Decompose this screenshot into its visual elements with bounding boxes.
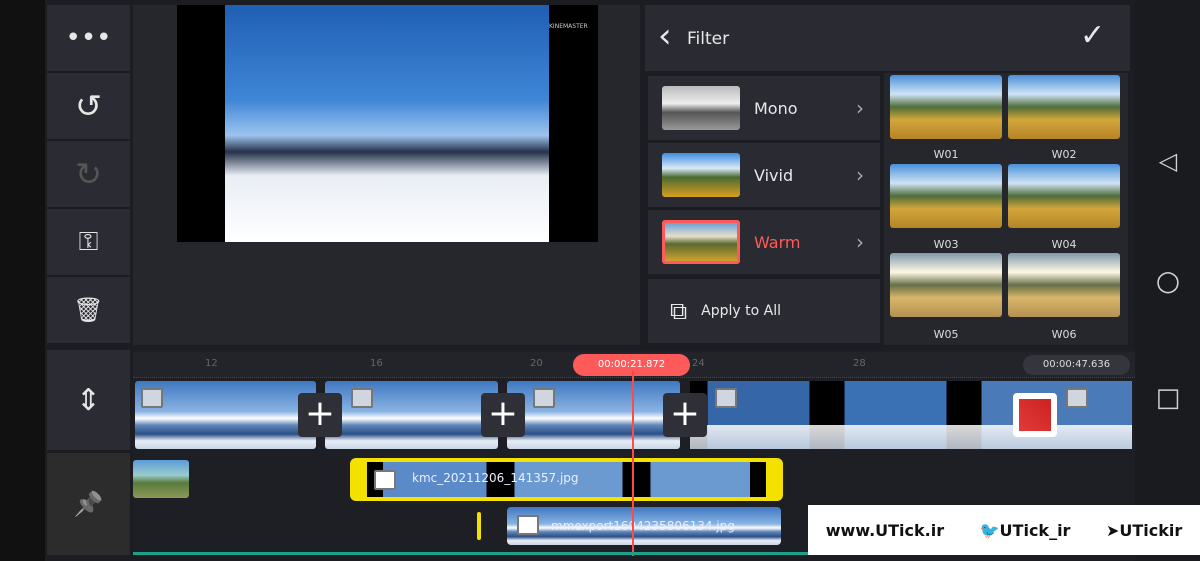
- layer-clip[interactable]: mmexport1604235806134.jpg: [507, 507, 781, 545]
- mono-thumbnail: [662, 86, 740, 130]
- undo-icon: ↺: [75, 87, 102, 125]
- filter-category-vivid[interactable]: Vivid ›: [648, 143, 880, 207]
- copy-icon: ⧉: [670, 297, 688, 325]
- filter-tile-w06[interactable]: [1008, 253, 1120, 317]
- preview-area: KINEMASTER: [133, 5, 640, 345]
- delete-button[interactable]: 🗑: [47, 277, 130, 343]
- twitter-icon: 🐦: [979, 520, 1000, 540]
- image-icon: [374, 470, 396, 490]
- chevron-right-icon: ›: [856, 163, 864, 187]
- left-edge: [0, 0, 45, 561]
- filter-tile-w01[interactable]: [890, 75, 1002, 139]
- filter-tile-w02[interactable]: [1008, 75, 1120, 139]
- twitter-handle: 🐦UTick_ir: [979, 520, 1071, 540]
- expand-icon: ⇕: [75, 382, 102, 418]
- transition-icon[interactable]: [1013, 393, 1057, 437]
- layer-filename: kmc_20211206_141357.jpg: [412, 471, 579, 485]
- add-transition-button[interactable]: +: [663, 393, 707, 437]
- preview-image: [225, 5, 549, 242]
- add-transition-button[interactable]: +: [481, 393, 525, 437]
- confirm-button[interactable]: ✓: [1080, 18, 1105, 53]
- audio-line: [133, 552, 808, 555]
- layer-thumbnail[interactable]: [133, 460, 189, 498]
- redo-icon: ↻: [75, 155, 102, 193]
- layer-filename: mmexport1604235806134.jpg: [551, 519, 735, 533]
- recents-nav-icon[interactable]: □: [1150, 380, 1186, 416]
- image-icon: [351, 388, 373, 408]
- warm-thumbnail: [662, 220, 740, 264]
- undo-button[interactable]: ↺: [47, 73, 130, 139]
- key-icon: ⚿: [78, 226, 99, 257]
- preview-canvas[interactable]: KINEMASTER: [177, 5, 598, 242]
- site-watermark: www.UTick.ir 🐦UTick_ir ➤UTickir: [808, 505, 1200, 555]
- pin-icon: 📌: [73, 490, 104, 518]
- pin-button[interactable]: 📌: [47, 453, 130, 555]
- filter-title: Filter: [687, 29, 730, 49]
- keyframe-button[interactable]: ⚿: [47, 209, 130, 275]
- chevron-right-icon: ›: [856, 96, 864, 120]
- vivid-thumbnail: [662, 153, 740, 197]
- filter-category-warm[interactable]: Warm ›: [648, 210, 880, 274]
- more-icon: •••: [65, 23, 112, 53]
- back-button[interactable]: ‹: [658, 16, 672, 56]
- chevron-right-icon: ›: [856, 230, 864, 254]
- add-transition-button[interactable]: +: [298, 393, 342, 437]
- kinemaster-watermark: KINEMASTER: [549, 23, 588, 30]
- clip-white-bottom: [690, 425, 1132, 449]
- filter-category-mono[interactable]: Mono ›: [648, 76, 880, 140]
- apply-to-all-button[interactable]: ⧉ Apply to All: [648, 279, 880, 343]
- trash-icon: 🗑: [73, 296, 104, 324]
- trim-marker[interactable]: [477, 512, 481, 540]
- image-icon: [1066, 388, 1088, 408]
- image-icon: [533, 388, 555, 408]
- telegram-handle: ➤UTickir: [1105, 520, 1183, 540]
- filter-tile-w03[interactable]: [890, 164, 1002, 228]
- filter-tile-w05[interactable]: [890, 253, 1002, 317]
- telegram-icon: ➤: [1105, 520, 1120, 540]
- image-icon: [715, 388, 737, 408]
- image-icon: [141, 388, 163, 408]
- back-nav-icon[interactable]: ◁: [1150, 143, 1186, 179]
- redo-button[interactable]: ↻: [47, 141, 130, 207]
- home-nav-icon[interactable]: ○: [1150, 262, 1186, 298]
- selected-layer-clip[interactable]: kmc_20211206_141357.jpg: [350, 458, 783, 501]
- filter-tile-w04[interactable]: [1008, 164, 1120, 228]
- expand-timeline-button[interactable]: ⇕: [47, 350, 130, 450]
- total-time: 00:00:47.636: [1023, 355, 1130, 375]
- image-icon: [517, 515, 539, 535]
- playhead-line[interactable]: [632, 370, 634, 556]
- more-button[interactable]: •••: [47, 5, 130, 71]
